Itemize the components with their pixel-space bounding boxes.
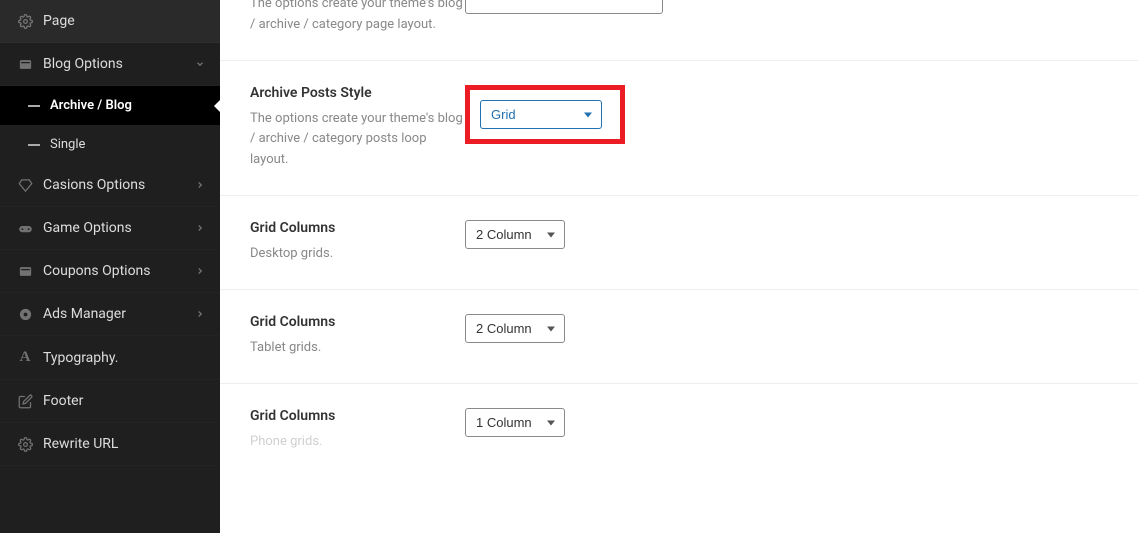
sidebar-item-label: Coupons Options	[43, 263, 151, 279]
highlight-annotation: Grid	[465, 85, 625, 144]
setting-title: Archive Posts Style	[250, 85, 465, 101]
select-wrap: 1 Column	[465, 408, 565, 437]
sidebar-item-label: Casions Options	[43, 177, 145, 193]
card-icon	[15, 57, 35, 72]
sidebar-item-footer[interactable]: Footer	[0, 380, 220, 423]
sidebar-item-rewrite-url[interactable]: Rewrite URL	[0, 423, 220, 466]
sidebar-item-label: Page	[43, 13, 75, 29]
sidebar-item-label: Typography.	[43, 350, 118, 366]
type-icon: A	[15, 349, 35, 366]
setting-label: The options create your theme's blog / a…	[250, 0, 465, 36]
chevron-right-icon	[195, 223, 205, 233]
setting-title: Grid Columns	[250, 408, 465, 424]
card-icon	[15, 264, 35, 279]
setting-desc: Phone grids.	[250, 432, 465, 453]
setting-desc: The options create your theme's blog / a…	[250, 0, 465, 36]
diamond-icon	[15, 178, 35, 193]
sidebar-subitem-single[interactable]: Single	[0, 125, 220, 164]
dash-icon	[28, 105, 40, 107]
grid-columns-phone-select[interactable]: 1 Column	[465, 408, 565, 437]
setting-row-grid-columns-tablet: Grid Columns Tablet grids. 2 Column	[220, 290, 1138, 384]
setting-desc: Tablet grids.	[250, 338, 465, 359]
sidebar-item-page[interactable]: Page	[0, 0, 220, 43]
content-area: The options create your theme's blog / a…	[220, 0, 1138, 533]
gear-icon	[15, 437, 35, 452]
sidebar-item-label: Blog Options	[43, 56, 123, 72]
setting-row-archive-posts-style: Archive Posts Style The options create y…	[220, 61, 1138, 196]
edit-icon	[15, 394, 35, 409]
chevron-right-icon	[195, 180, 205, 190]
grid-columns-desktop-select[interactable]: 2 Column	[465, 220, 565, 249]
chevron-down-icon	[195, 59, 205, 69]
setting-control: Content - Primary Sidebar	[465, 0, 1108, 36]
sidebar-item-blog-options[interactable]: Blog Options	[0, 43, 220, 86]
sidebar-item-game-options[interactable]: Game Options	[0, 207, 220, 250]
sidebar-subitem-label: Single	[50, 137, 85, 152]
sidebar-item-coupons-options[interactable]: Coupons Options	[0, 250, 220, 293]
sidebar-item-label: Footer	[43, 393, 83, 409]
setting-title: Grid Columns	[250, 314, 465, 330]
grid-columns-tablet-select[interactable]: 2 Column	[465, 314, 565, 343]
select-wrap: 2 Column	[465, 220, 565, 249]
sidebar-item-casions-options[interactable]: Casions Options	[0, 164, 220, 207]
sidebar-subitem-archive-blog[interactable]: Archive / Blog	[0, 86, 220, 125]
setting-row-layout: The options create your theme's blog / a…	[220, 0, 1138, 61]
controller-icon	[15, 221, 35, 236]
setting-control: Grid	[465, 85, 1108, 171]
setting-row-grid-columns-desktop: Grid Columns Desktop grids. 2 Column	[220, 196, 1138, 290]
setting-control: 2 Column	[465, 220, 1108, 265]
setting-desc: The options create your theme's blog / a…	[250, 109, 465, 171]
select-wrap: Grid	[480, 100, 602, 129]
select-wrap: 2 Column	[465, 314, 565, 343]
setting-label: Grid Columns Phone grids.	[250, 408, 465, 453]
layout-select[interactable]: Content - Primary Sidebar	[465, 0, 663, 14]
chevron-right-icon	[195, 309, 205, 319]
sidebar-subitem-label: Archive / Blog	[50, 98, 132, 113]
sidebar-item-label: Rewrite URL	[43, 436, 118, 452]
setting-control: 1 Column	[465, 408, 1108, 453]
setting-control: 2 Column	[465, 314, 1108, 359]
sidebar-item-ads-manager[interactable]: Ads Manager	[0, 293, 220, 336]
circle-icon	[15, 307, 35, 322]
setting-desc: Desktop grids.	[250, 244, 465, 265]
sidebar: Page Blog Options Archive / Blog Single …	[0, 0, 220, 533]
archive-posts-style-select[interactable]: Grid	[480, 100, 602, 129]
gear-icon	[15, 14, 35, 29]
setting-label: Grid Columns Desktop grids.	[250, 220, 465, 265]
setting-title: Grid Columns	[250, 220, 465, 236]
setting-label: Grid Columns Tablet grids.	[250, 314, 465, 359]
sidebar-item-label: Ads Manager	[43, 306, 126, 322]
setting-label: Archive Posts Style The options create y…	[250, 85, 465, 171]
setting-row-grid-columns-phone: Grid Columns Phone grids. 1 Column	[220, 384, 1138, 477]
dash-icon	[28, 144, 40, 146]
sidebar-item-typography[interactable]: A Typography.	[0, 336, 220, 380]
sidebar-item-label: Game Options	[43, 220, 132, 236]
chevron-right-icon	[195, 266, 205, 276]
